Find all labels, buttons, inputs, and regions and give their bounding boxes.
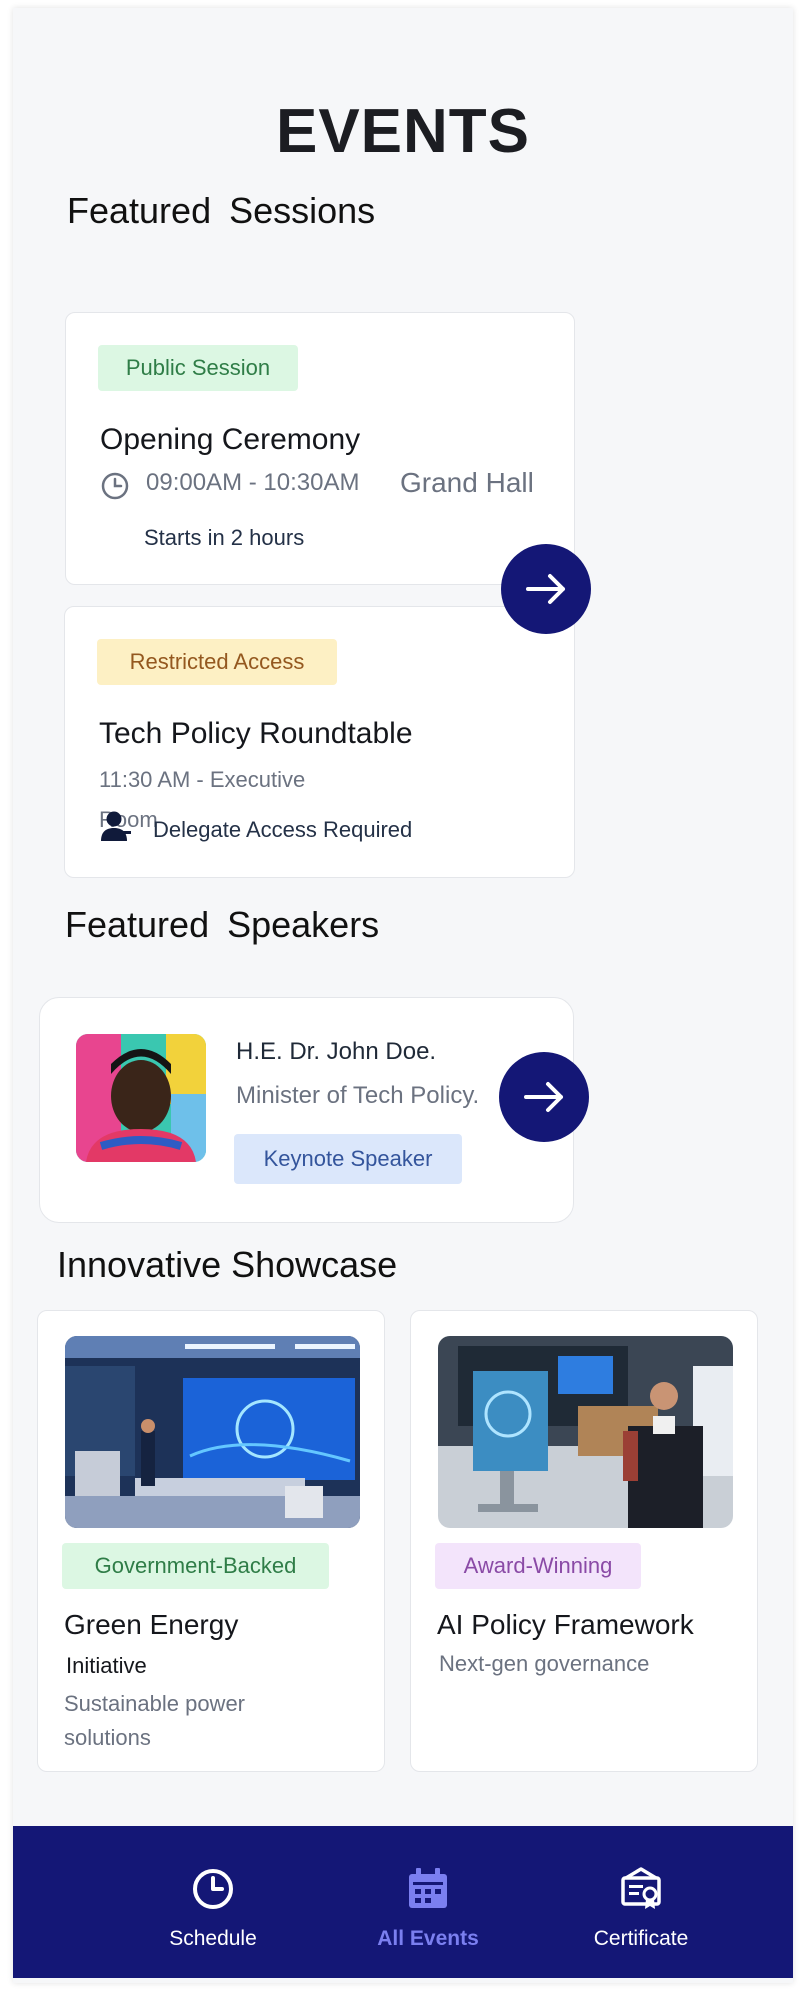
speaker-photo — [76, 1034, 206, 1162]
bottom-nav: Schedule All Events Certificate — [13, 1826, 793, 1978]
delegate-note: Delegate Access Required — [153, 817, 413, 842]
arrow-right-icon — [524, 1082, 563, 1112]
showcase-title: Green Energy — [64, 1609, 239, 1640]
public-session-badge: Public Session — [98, 345, 298, 391]
nav-item-schedule[interactable]: Schedule — [133, 1866, 293, 1951]
user-icon — [101, 811, 131, 841]
section-title-speakers: Featured Speakers — [65, 904, 380, 945]
speaker-name: H.E. Dr. John Doe. — [236, 1038, 437, 1065]
sessions-next-button[interactable] — [501, 544, 591, 634]
speaker-role: Minister of Tech Policy. — [236, 1082, 480, 1109]
certificate-icon — [621, 1867, 661, 1909]
session-location: Grand Hall — [400, 467, 534, 498]
clock-icon — [193, 1869, 233, 1909]
session-title: Tech Policy Roundtable — [99, 717, 413, 750]
session-status: Starts in 2 hours — [144, 525, 305, 550]
speakers-next-button[interactable] — [499, 1052, 589, 1142]
nav-label-certificate: Certificate — [593, 1927, 689, 1950]
session-time: 11:30 AM - Executive — [99, 767, 306, 792]
nav-item-certificate[interactable]: Certificate — [561, 1866, 721, 1951]
calendar-icon — [409, 1868, 447, 1908]
showcase-description: Sustainable power — [64, 1691, 246, 1716]
session-card-roundtable[interactable]: Restricted Access Tech Policy Roundtable… — [64, 606, 575, 878]
showcase-title: AI Policy Framework — [437, 1609, 694, 1640]
app-screen: EVENTS Featured Sessions Public Session … — [13, 8, 793, 1983]
clock-icon — [101, 472, 129, 500]
session-title: Opening Ceremony — [100, 423, 361, 456]
showcase-image — [65, 1336, 360, 1528]
showcase-description-continued: solutions — [64, 1725, 151, 1750]
nav-label-schedule: Schedule — [169, 1927, 257, 1950]
section-title-sessions: Featured Sessions — [67, 190, 376, 231]
session-card-opening[interactable]: Public Session Opening Ceremony 09:00AM … — [65, 312, 575, 585]
showcase-subtitle: Initiative — [66, 1653, 147, 1678]
section-title-showcase: Innovative Showcase — [57, 1244, 398, 1285]
keynote-speaker-badge: Keynote Speaker — [234, 1134, 462, 1184]
nav-item-all-events[interactable]: All Events — [348, 1866, 508, 1951]
speaker-card[interactable]: H.E. Dr. John Doe. Minister of Tech Poli… — [39, 997, 574, 1223]
showcase-card-ai-policy[interactable]: Award-Winning AI Policy Framework Next-g… — [410, 1310, 758, 1772]
arrow-right-icon — [526, 574, 565, 604]
restricted-access-badge: Restricted Access — [97, 639, 337, 685]
showcase-card-green-energy[interactable]: Government-Backed Green Energy Initiativ… — [37, 1310, 385, 1772]
page-title: EVENTS — [275, 97, 531, 166]
award-winning-badge: Award-Winning — [435, 1543, 641, 1589]
showcase-image — [438, 1336, 733, 1528]
session-time: 09:00AM - 10:30AM — [146, 469, 360, 496]
nav-label-all-events: All Events — [377, 1927, 479, 1950]
government-backed-badge: Government-Backed — [62, 1543, 329, 1589]
showcase-description: Next-gen governance — [439, 1651, 650, 1676]
